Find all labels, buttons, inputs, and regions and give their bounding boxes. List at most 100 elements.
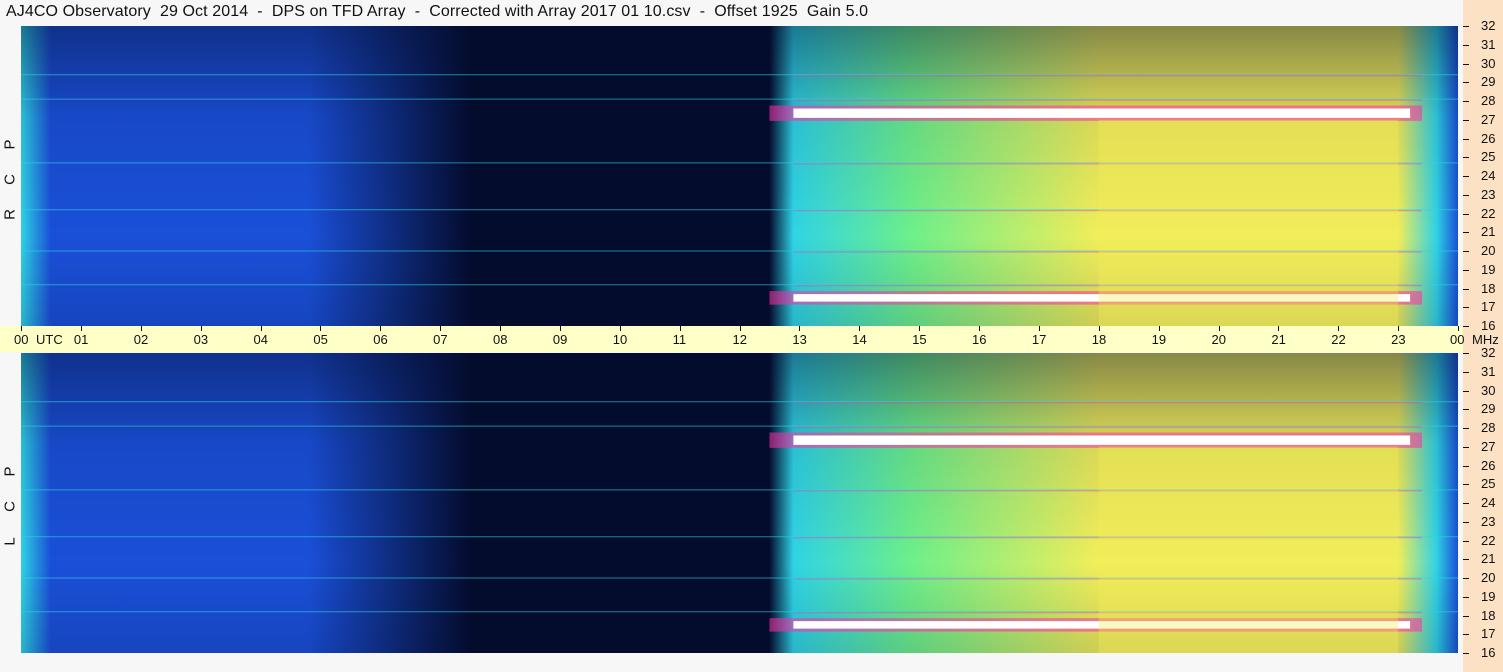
frequency-tick-label: 29 [1481, 401, 1496, 417]
frequency-tick-mark [1463, 269, 1469, 271]
time-tick-mark [799, 326, 801, 331]
time-tick-mark [1098, 326, 1100, 331]
frequency-tick-mark [1463, 428, 1469, 429]
frequency-tick-mark [1463, 138, 1469, 140]
frequency-tick-label: 17 [1481, 626, 1496, 642]
time-tick-label: 07 [433, 332, 448, 347]
time-tick-label: 09 [552, 332, 568, 347]
frequency-tick-label: 18 [1481, 607, 1496, 623]
time-tick-mark [260, 326, 262, 331]
frequency-tick-mark [1463, 307, 1469, 309]
time-tick-label: 21 [1271, 332, 1286, 347]
frequency-tick-label: 25 [1481, 149, 1496, 165]
frequency-tick-label: 19 [1481, 261, 1496, 277]
time-tick-mark [919, 326, 921, 331]
frequency-tick-mark [1463, 596, 1469, 598]
daytime-peak-region [1098, 119, 1399, 326]
polarization-letter: C [1, 174, 19, 185]
time-tick-label: 12 [732, 332, 747, 347]
saturated-band [793, 108, 1411, 118]
frequency-tick-mark [1463, 157, 1469, 159]
frequency-tick-label: 29 [1481, 74, 1496, 90]
time-tick-label: 13 [792, 332, 807, 347]
frequency-tick-label: 28 [1481, 420, 1496, 435]
time-tick-mark [140, 326, 142, 331]
frequency-tick-mark [1463, 390, 1469, 392]
time-tick-mark [619, 326, 621, 331]
time-tick-label: 04 [253, 332, 268, 347]
frequency-tick-label: 20 [1481, 570, 1496, 585]
time-axis-unit: UTC [36, 332, 63, 347]
time-tick-label: 08 [493, 332, 508, 347]
frequency-tick-label: 27 [1481, 111, 1496, 127]
time-tick-label: 03 [193, 332, 209, 347]
frequency-tick-label: 20 [1481, 243, 1496, 258]
time-tick-mark [979, 326, 980, 331]
frequency-tick-label: 22 [1481, 532, 1496, 548]
time-tick-label: 23 [1391, 332, 1406, 347]
frequency-tick-mark [1463, 26, 1469, 27]
frequency-tick-mark [1463, 101, 1469, 102]
time-axis-strip [0, 326, 1463, 352]
frequency-tick-label: 26 [1481, 457, 1496, 473]
frequency-tick-label: 25 [1481, 476, 1496, 492]
time-tick-label: 02 [133, 332, 149, 347]
frequency-tick-label: 24 [1481, 168, 1496, 183]
frequency-tick-mark [1463, 119, 1469, 121]
polarization-letter: P [1, 466, 19, 477]
time-tick-mark [320, 326, 322, 331]
frequency-tick-label: 32 [1481, 18, 1496, 33]
time-tick-mark [1458, 326, 1459, 331]
polarization-letter: L [1, 537, 19, 546]
frequency-tick-label: 22 [1481, 205, 1496, 221]
time-tick-mark [440, 326, 442, 331]
time-tick-mark [1278, 326, 1280, 331]
frequency-tick-mark [1463, 484, 1469, 486]
frequency-tick-label: 26 [1481, 130, 1496, 146]
time-tick-mark [559, 326, 561, 331]
time-tick-label: 15 [912, 332, 927, 347]
frequency-tick-label: 17 [1481, 299, 1496, 315]
time-tick-label: 01 [73, 332, 89, 347]
frequency-tick-mark [1463, 44, 1469, 46]
frequency-tick-label: 16 [1481, 645, 1496, 660]
frequency-tick-label: 30 [1481, 382, 1496, 398]
frequency-tick-mark [1463, 194, 1469, 196]
frequency-tick-label: 19 [1481, 588, 1496, 604]
time-tick-label: 20 [1211, 332, 1226, 347]
polarization-letter: C [1, 501, 19, 512]
time-tick-mark [859, 326, 861, 331]
time-tick-mark [80, 326, 82, 331]
frequency-tick-mark [1463, 288, 1469, 290]
frequency-tick-mark [1463, 213, 1469, 215]
chart-title: AJ4CO Observatory 29 Oct 2014 - DPS on T… [6, 3, 869, 20]
daytime-peak-region [1098, 446, 1399, 653]
frequency-tick-label: 32 [1481, 345, 1496, 360]
time-tick-label: 16 [972, 332, 987, 347]
frequency-tick-mark [1463, 409, 1469, 411]
time-tick-mark [1338, 326, 1340, 331]
time-tick-mark [679, 326, 681, 331]
frequency-tick-mark [1463, 232, 1469, 234]
frequency-tick-mark [1463, 634, 1469, 636]
frequency-tick-mark [1463, 353, 1469, 354]
time-tick-mark [21, 326, 22, 331]
time-tick-mark [1158, 326, 1160, 331]
time-tick-label: 00 [1450, 332, 1465, 347]
frequency-tick-mark [1463, 559, 1469, 561]
frequency-tick-mark [1463, 465, 1469, 467]
frequency-tick-mark [1463, 521, 1469, 523]
frequency-tick-mark [1463, 653, 1469, 654]
spectrogram-rcp [21, 26, 1458, 326]
frequency-tick-label: 21 [1481, 224, 1496, 240]
frequency-tick-label: 31 [1481, 363, 1496, 379]
frequency-tick-mark [1463, 615, 1469, 617]
time-tick-label: 05 [313, 332, 328, 347]
time-tick-mark [500, 326, 501, 331]
time-tick-mark [1218, 326, 1220, 331]
frequency-tick-mark [1463, 63, 1469, 65]
frequency-tick-label: 21 [1481, 551, 1496, 567]
time-tick-label: 06 [373, 332, 388, 347]
time-tick-mark [200, 326, 202, 331]
frequency-tick-label: 27 [1481, 438, 1496, 454]
